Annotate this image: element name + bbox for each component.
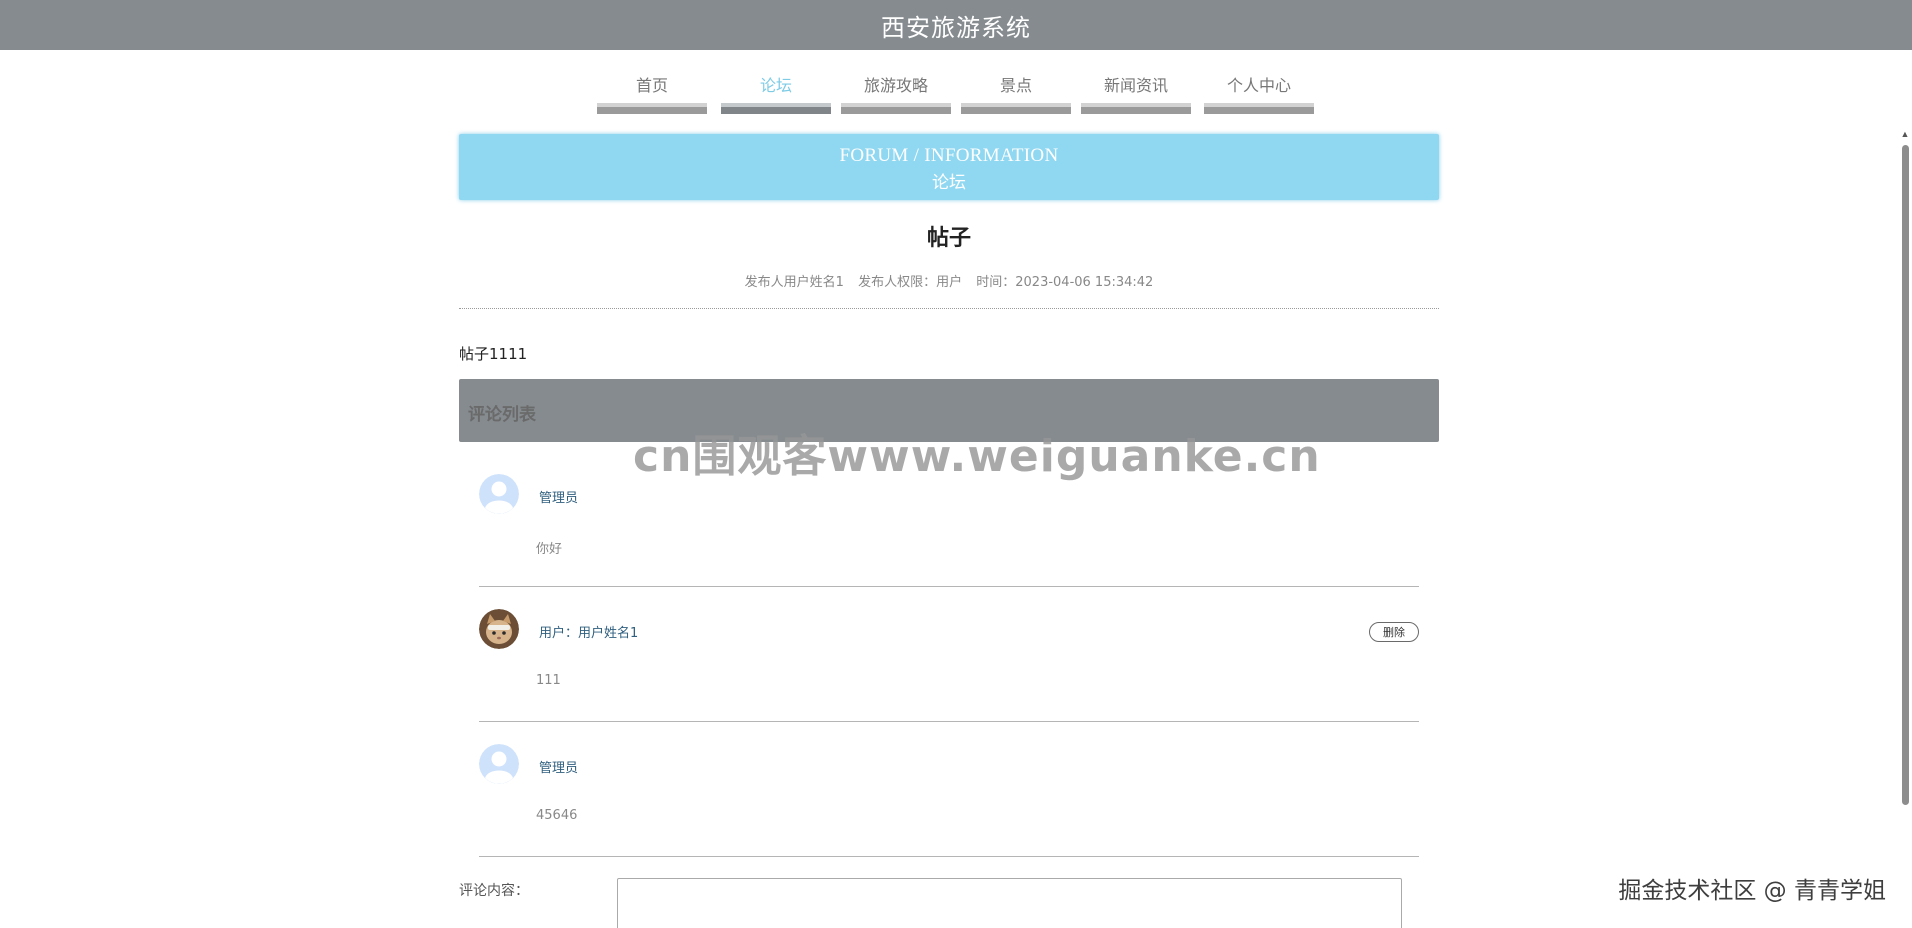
corner-watermark: 掘金技术社区 @ 青青学姐	[1618, 878, 1886, 904]
post-time: 时间：2023-04-06 15:34:42	[976, 275, 1154, 290]
default-avatar-icon	[479, 474, 519, 514]
app-window: 西安旅游系统 首页 论坛 旅游攻略 景点 新闻资讯 个人中心 FORUM / I…	[0, 0, 1912, 928]
comment-item: 管理员 45646	[479, 722, 1419, 857]
comment-divider	[479, 856, 1419, 857]
comment-text: 你好	[536, 542, 563, 557]
nav-news[interactable]: 新闻资讯	[1081, 64, 1191, 114]
nav-profile-label: 个人中心	[1226, 76, 1291, 95]
delete-comment-button[interactable]: 删除	[1369, 622, 1419, 642]
comment-author[interactable]: 管理员	[539, 757, 578, 776]
comment-author[interactable]: 用户：用户姓名1	[539, 622, 638, 641]
nav-guides[interactable]: 旅游攻略	[841, 64, 951, 114]
comment-text: 111	[536, 673, 561, 688]
post-meta: 发布人用户姓名1 发布人权限：用户 时间：2023-04-06 15:34:42	[459, 271, 1439, 290]
nav-profile[interactable]: 个人中心	[1204, 64, 1314, 114]
main-nav: 首页 论坛 旅游攻略 景点 新闻资讯 个人中心	[597, 64, 1317, 114]
post-divider	[459, 308, 1439, 309]
nav-home-label: 首页	[635, 76, 668, 95]
nav-guides-underline	[841, 103, 951, 114]
nav-forum-underline	[721, 103, 831, 114]
comments-header-label: 评论列表	[468, 405, 536, 425]
nav-forum-label: 论坛	[759, 76, 792, 95]
nav-attractions[interactable]: 景点	[961, 64, 1071, 114]
page-scrollbar[interactable]: ▲	[1898, 128, 1912, 928]
post-title: 帖子	[926, 226, 971, 251]
top-bar: 西安旅游系统	[0, 0, 1912, 50]
forum-banner: FORUM / INFORMATION 论坛	[459, 134, 1439, 200]
nav-news-label: 新闻资讯	[1103, 76, 1168, 95]
scroll-up-arrow-icon[interactable]: ▲	[1898, 128, 1912, 140]
nav-forum[interactable]: 论坛	[721, 64, 831, 114]
banner-english-title: FORUM / INFORMATION	[839, 145, 1059, 166]
comment-item: 管理员 你好	[479, 452, 1419, 587]
nav-home-underline	[597, 103, 707, 114]
comment-item: 用户：用户姓名1 删除 111	[479, 587, 1419, 722]
app-title: 西安旅游系统	[881, 13, 1031, 42]
comment-text: 45646	[536, 808, 578, 823]
comment-form-label: 评论内容：	[459, 883, 529, 899]
post-author-role: 发布人权限：用户	[858, 275, 963, 290]
cat-avatar-photo	[479, 609, 519, 649]
nav-home[interactable]: 首页	[597, 64, 707, 114]
nav-attractions-label: 景点	[999, 76, 1032, 95]
scrollbar-thumb[interactable]	[1902, 145, 1909, 805]
post-content: 帖子1111	[459, 345, 528, 363]
nav-attractions-underline	[961, 103, 1071, 114]
default-avatar-icon	[479, 744, 519, 784]
nav-profile-underline	[1204, 103, 1314, 114]
nav-news-underline	[1081, 103, 1191, 114]
banner-chinese-title: 论坛	[932, 173, 966, 193]
post-author: 发布人用户姓名1	[744, 275, 844, 290]
comment-input[interactable]	[617, 878, 1402, 928]
comments-header: 评论列表	[459, 379, 1439, 442]
comment-author[interactable]: 管理员	[539, 487, 578, 506]
nav-guides-label: 旅游攻略	[863, 76, 928, 95]
